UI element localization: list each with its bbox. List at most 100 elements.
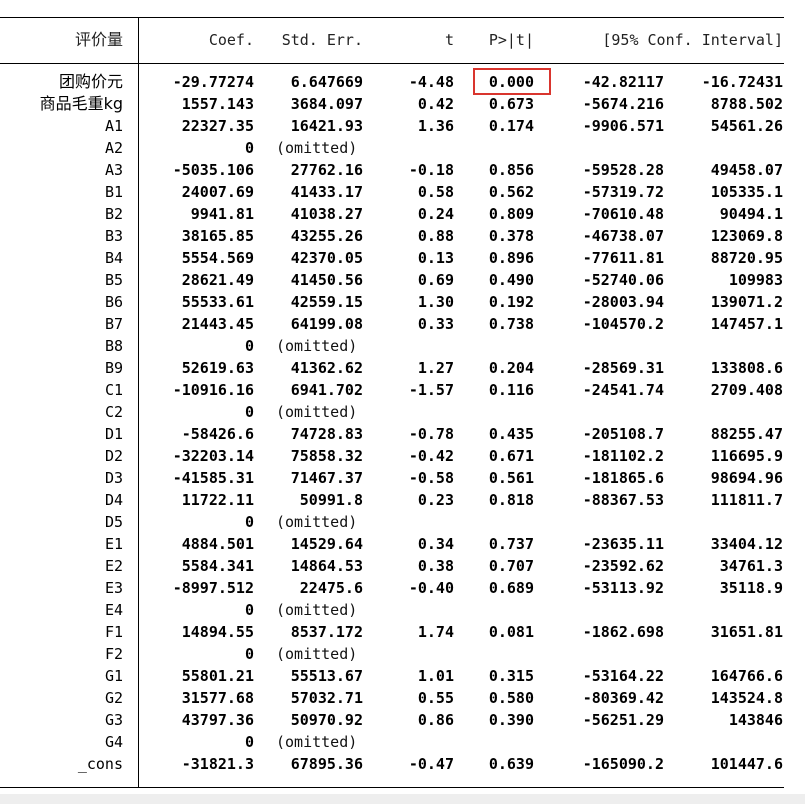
row-std-err: (omitted) — [276, 513, 358, 531]
row-ci-lower: -5674.216 — [582, 95, 664, 113]
row-coef: 0 — [244, 645, 254, 663]
row-std-err: 16421.93 — [290, 117, 363, 135]
row-t-stat: 0.33 — [417, 315, 454, 333]
row-p-value: 0.738 — [488, 315, 534, 333]
row-ci-upper — [665, 599, 783, 621]
row-p-value: 0.737 — [488, 535, 534, 553]
row-std-err: (omitted) — [276, 139, 358, 157]
table-row: B8 0 (omitted) — [0, 335, 805, 357]
row-t-stat — [365, 511, 454, 533]
row-p-value: 0.174 — [488, 117, 534, 135]
row-coef: 0 — [244, 139, 254, 157]
row-std-err: 50970.92 — [290, 711, 363, 729]
row-t-stat — [365, 137, 454, 159]
row-ci-lower: -88367.53 — [582, 491, 664, 509]
row-p-value: 0.204 — [488, 359, 534, 377]
row-variable-name: B4 — [104, 249, 123, 267]
row-ci-upper — [665, 511, 783, 533]
row-ci-upper: 2709.408 — [710, 381, 783, 399]
row-coef: 14894.55 — [181, 623, 254, 641]
row-ci-upper: 88720.95 — [710, 249, 783, 267]
row-ci-upper: 90494.1 — [719, 205, 783, 223]
row-ci-upper: 88255.47 — [710, 425, 783, 443]
row-p-value: 0.896 — [488, 249, 534, 267]
table-row: D5 0 (omitted) — [0, 511, 805, 533]
row-ci-lower: -53113.92 — [582, 579, 664, 597]
row-std-err: 64199.08 — [290, 315, 363, 333]
row-std-err: (omitted) — [276, 337, 358, 355]
row-std-err: 75858.32 — [290, 447, 363, 465]
row-variable-name: G4 — [104, 733, 123, 751]
row-ci-upper: 34761.3 — [719, 557, 783, 575]
row-variable-name: _cons — [77, 755, 123, 773]
row-ci-upper: 123069.8 — [710, 227, 783, 245]
row-std-err: 74728.83 — [290, 425, 363, 443]
row-variable-name: B2 — [104, 205, 123, 223]
row-p-value: 0.378 — [488, 227, 534, 245]
table-row: C1 -10916.16 6941.702 -1.57 0.116 -24541.74 27… — [0, 379, 805, 401]
row-std-err: 3684.097 — [290, 95, 363, 113]
row-coef: 5584.341 — [181, 557, 254, 575]
row-ci-lower: -205108.7 — [582, 425, 664, 443]
header-p-value: P>|t| — [488, 31, 534, 49]
row-ci-lower: -28569.31 — [582, 359, 664, 377]
row-ci-lower: -70610.48 — [582, 205, 664, 223]
row-std-err: 41433.17 — [290, 183, 363, 201]
row-ci-lower: -104570.2 — [582, 315, 664, 333]
row-coef: -32203.14 — [172, 447, 254, 465]
row-ci-upper: 133808.6 — [710, 359, 783, 377]
row-coef: -8997.512 — [172, 579, 254, 597]
row-ci-lower: -9906.571 — [582, 117, 664, 135]
table-row: A3 -5035.106 27762.16 -0.18 0.856 -59528.28 49… — [0, 159, 805, 181]
row-std-err: 6941.702 — [290, 381, 363, 399]
row-p-value: 0.809 — [488, 205, 534, 223]
row-p-value: 0.490 — [488, 271, 534, 289]
table-row: B7 21443.45 64199.08 0.33 0.738 -104570.2 1474… — [0, 313, 805, 335]
row-coef: 5554.569 — [181, 249, 254, 267]
row-variable-name: A3 — [104, 161, 123, 179]
row-p-value: 0.856 — [488, 161, 534, 179]
row-variable-name: E2 — [104, 557, 123, 575]
row-ci-upper: 109983 — [728, 271, 783, 289]
table-row: B1 24007.69 41433.17 0.58 0.562 -57319.72 1053… — [0, 181, 805, 203]
row-variable-name: C2 — [104, 403, 123, 421]
header-variable: 评价量 — [74, 30, 123, 49]
row-p-value — [455, 511, 534, 533]
row-ci-upper: 147457.1 — [710, 315, 783, 333]
row-p-value — [455, 401, 534, 423]
row-ci-lower: -23635.11 — [582, 535, 664, 553]
row-coef: 9941.81 — [190, 205, 254, 223]
row-t-stat: 0.58 — [417, 183, 454, 201]
row-t-stat: -0.40 — [408, 579, 454, 597]
row-ci-upper: 35118.9 — [719, 579, 783, 597]
row-ci-lower: -77611.81 — [582, 249, 664, 267]
row-ci-upper — [665, 731, 783, 753]
row-p-value: 0.192 — [488, 293, 534, 311]
row-coef: 22327.35 — [181, 117, 254, 135]
row-coef: -41585.31 — [172, 469, 254, 487]
row-ci-upper: -16.72431 — [701, 73, 783, 91]
row-std-err: 55513.67 — [290, 667, 363, 685]
table-row: B3 38165.85 43255.26 0.88 0.378 -46738.07 1230… — [0, 225, 805, 247]
row-t-stat: 0.69 — [417, 271, 454, 289]
row-std-err: 50991.8 — [299, 491, 363, 509]
row-std-err: 27762.16 — [290, 161, 363, 179]
row-ci-lower: -80369.42 — [582, 689, 664, 707]
row-variable-name: B6 — [104, 293, 123, 311]
table-row: D2 -32203.14 75858.32 -0.42 0.671 -181102.2 11… — [0, 445, 805, 467]
row-p-value: 0.562 — [488, 183, 534, 201]
row-coef: 28621.49 — [181, 271, 254, 289]
row-coef: 55801.21 — [181, 667, 254, 685]
row-ci-upper: 143846 — [728, 711, 783, 729]
window-bottom-strip — [0, 794, 805, 804]
table-row: D1 -58426.6 74728.83 -0.78 0.435 -205108.7 882… — [0, 423, 805, 445]
table-row: G2 31577.68 57032.71 0.55 0.580 -80369.42 1435… — [0, 687, 805, 709]
row-ci-lower: -53164.22 — [582, 667, 664, 685]
row-ci-upper — [665, 401, 783, 423]
row-variable-name: F1 — [104, 623, 123, 641]
row-coef: -29.77274 — [172, 73, 254, 91]
table-row: C2 0 (omitted) — [0, 401, 805, 423]
row-ci-upper: 8788.502 — [710, 95, 783, 113]
row-ci-lower — [535, 511, 664, 533]
header-std-err: Std. Err. — [281, 31, 363, 49]
